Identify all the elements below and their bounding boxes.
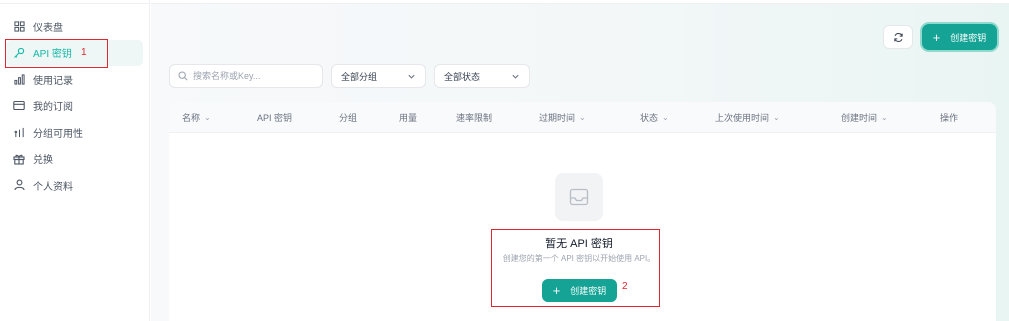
sidebar-item-label: 兑换 <box>33 155 53 167</box>
dashboard-icon <box>12 19 26 33</box>
search-box[interactable] <box>169 64 323 88</box>
search-input[interactable] <box>193 71 313 81</box>
annotation-number-1: 1 <box>81 47 87 58</box>
sort-chevron-icon: ⌄ <box>773 113 780 122</box>
sort-chevron-icon: ⌄ <box>204 113 211 122</box>
status-filter-value: 全部状态 <box>444 71 481 82</box>
card-icon <box>12 99 26 113</box>
sort-chevron-icon: ⌄ <box>579 113 586 122</box>
api-keys-table: 名称 ⌄ API 密钥 分组 用量 速率限制 过期时间 ⌄ 状态 ⌄ 上次使用时间 ⌄ <box>169 102 996 321</box>
gift-icon <box>12 152 26 166</box>
column-header-actions: 操作 <box>940 113 959 123</box>
sidebar-item-redeem[interactable]: 兑换 <box>6 146 143 173</box>
annotation-box-1 <box>5 39 108 68</box>
inbox-icon <box>555 173 603 221</box>
annotation-number-2: 2 <box>622 281 628 292</box>
main-top-divider <box>151 0 1009 4</box>
sidebar-item-label: 仪表盘 <box>33 22 63 34</box>
sidebar-item-group-availability[interactable]: 分组可用性 <box>6 119 143 146</box>
sort-chevron-icon: ⌄ <box>662 113 669 122</box>
column-header-usage: 用量 <box>399 113 418 123</box>
refresh-button[interactable] <box>883 25 913 49</box>
group-filter-select[interactable]: 全部分组 <box>331 64 426 88</box>
plus-icon: + <box>932 29 941 45</box>
column-header-status[interactable]: 状态 ⌄ <box>640 102 669 133</box>
column-header-expires[interactable]: 过期时间 ⌄ <box>539 102 586 133</box>
chevron-down-icon <box>512 74 519 79</box>
status-filter-select[interactable]: 全部状态 <box>434 64 530 88</box>
table-header: 名称 ⌄ API 密钥 分组 用量 速率限制 过期时间 ⌄ 状态 ⌄ 上次使用时间 ⌄ <box>169 102 996 133</box>
sidebar-item-label: 分组可用性 <box>33 128 83 140</box>
chevron-down-icon <box>408 74 415 79</box>
sidebar-item-label: 我的订阅 <box>33 102 73 114</box>
sort-chevron-icon: ⌄ <box>881 113 888 122</box>
refresh-icon <box>893 32 903 42</box>
sidebar-item-subscriptions[interactable]: 我的订阅 <box>6 93 143 120</box>
annotation-box-2 <box>491 229 660 307</box>
main-content: + 创建密钥 全部分组 全部状态 名称⌄ API 密钥 分组 用量 <box>151 0 1009 321</box>
column-header-created[interactable]: 创建时间 ⌄ <box>841 102 888 133</box>
sidebar-item-dashboard[interactable]: 仪表盘 <box>6 13 143 40</box>
group-filter-value: 全部分组 <box>341 71 378 82</box>
column-header-group: 分组 <box>339 113 358 123</box>
column-header-api-key: API 密钥 <box>257 113 293 123</box>
column-header-rate-limit: 速率限制 <box>456 113 493 123</box>
sidebar-item-label: 个人资料 <box>33 181 73 193</box>
sidebar-item-label: 使用记录 <box>33 75 73 87</box>
sidebar-item-usage[interactable]: 使用记录 <box>6 66 143 93</box>
user-icon <box>12 178 26 192</box>
create-key-label: 创建密钥 <box>950 32 987 43</box>
column-header-last-used[interactable]: 上次使用时间 ⌄ <box>715 102 780 133</box>
bar-chart-icon <box>12 72 26 86</box>
sidebar-top-divider <box>0 0 150 4</box>
create-key-button[interactable]: + 创建密钥 <box>922 24 997 50</box>
group-icon <box>12 125 26 139</box>
search-icon <box>178 71 188 81</box>
sidebar: 仪表盘 API 密钥 使用记录 我的订阅 分组可用性 兑换 个人资料 1 <box>0 0 150 321</box>
sidebar-item-profile[interactable]: 个人资料 <box>6 172 143 199</box>
column-header-name[interactable]: 名称 ⌄ <box>182 102 211 133</box>
